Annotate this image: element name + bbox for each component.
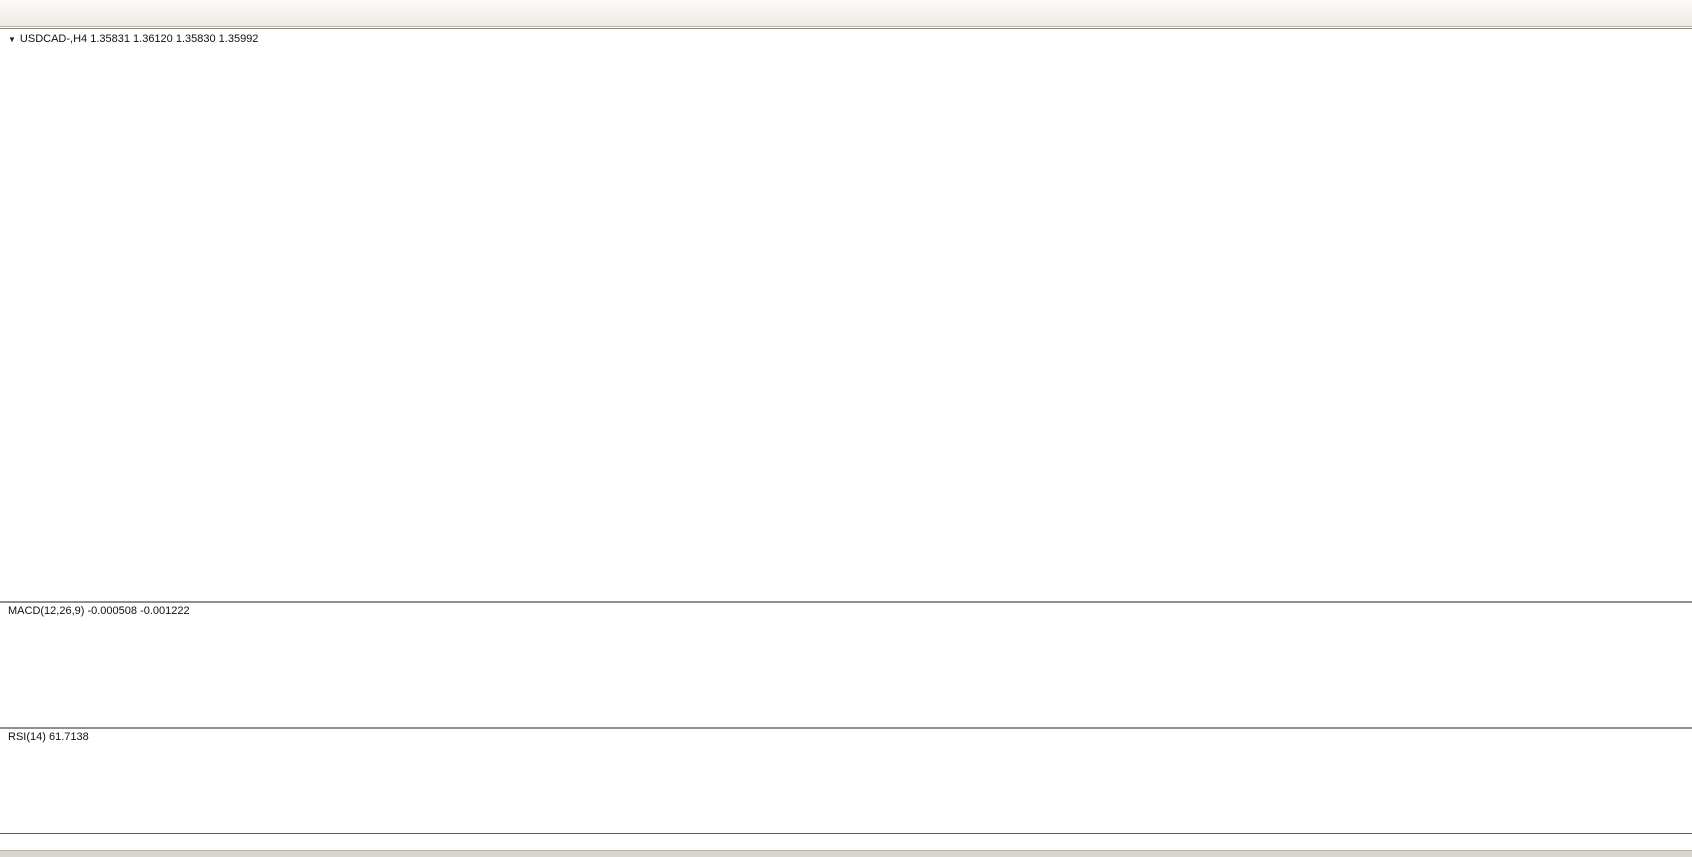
macd-indicator-label: MACD(12,26,9) -0.000508 -0.001222 [8,605,190,617]
macd-panel[interactable] [0,601,1692,727]
price-chart-panel[interactable] [0,28,1692,601]
chart-title: ▼ USDCAD-,H4 1.35831 1.36120 1.35830 1.35… [8,33,258,45]
macd-chart[interactable] [0,603,1692,727]
time-axis[interactable] [0,833,1692,850]
collapse-trade-panel-icon[interactable]: ▼ [8,35,16,44]
time-axis-scale[interactable] [0,834,1692,850]
rsi-indicator-label: RSI(14) 61.7138 [8,731,89,743]
main-toolbar [0,0,1692,27]
rsi-chart[interactable] [0,729,1692,833]
rsi-panel[interactable] [0,727,1692,833]
chart-title-text: USDCAD-,H4 1.35831 1.36120 1.35830 1.359… [20,33,259,45]
candlestick-chart[interactable] [0,29,1692,602]
